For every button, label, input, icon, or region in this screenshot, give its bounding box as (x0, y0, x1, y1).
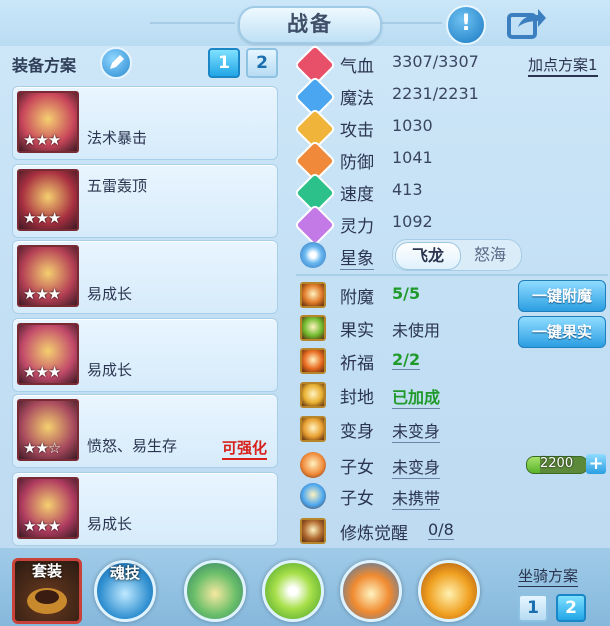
equipment-stars: ★★★ (23, 131, 61, 149)
stat-label: 防御 (340, 153, 374, 173)
equipment-name: 易成长 (87, 515, 133, 533)
system-icon (300, 452, 326, 478)
skill-orb-2[interactable] (262, 560, 324, 622)
mount-plan-label[interactable]: 坐骑方案 (518, 565, 579, 587)
system-value[interactable]: 0/8 (428, 520, 454, 540)
equipment-stars: ★★★ (23, 517, 61, 535)
system-label: 果实 (340, 321, 374, 341)
title-ornament-right (382, 22, 442, 24)
equipment-stars: ★★★ (23, 209, 61, 227)
system-icon (300, 416, 326, 442)
equipment-stars: ★★★ (23, 363, 61, 381)
skill-orb-4[interactable] (418, 560, 480, 622)
system-value[interactable]: 未变身 (392, 418, 441, 443)
stat-value: 2231/2231 (392, 84, 479, 103)
equipment-tag[interactable]: 可强化 (221, 437, 267, 460)
system-value: 5/5 (392, 284, 421, 303)
star-sign-option-feilong[interactable]: 飞龙 (395, 242, 461, 270)
edit-pencil-icon[interactable] (100, 47, 132, 79)
equipment-row[interactable]: ★★☆ 愤怒、易生存 可强化 (12, 394, 278, 468)
divider (296, 274, 608, 276)
equipment-row[interactable]: ★★★ 易成长 (12, 472, 278, 546)
star-sign-option-nuhai[interactable]: 怒海 (461, 242, 519, 268)
skill-orb-1[interactable] (184, 560, 246, 622)
equipment-stars: ★★☆ (23, 439, 61, 457)
stat-label: 魔法 (340, 89, 374, 109)
system-label: 附魔 (340, 288, 374, 308)
system-label: 子女 (340, 489, 374, 509)
stat-label: 攻击 (340, 121, 374, 141)
equipment-stars: ★★★ (23, 285, 61, 303)
system-label: 子女 (340, 458, 374, 478)
equipment-row[interactable]: ★★★ 五雷轰顶 (12, 164, 278, 238)
system-value[interactable]: 未携带 (392, 485, 441, 510)
system-icon (300, 315, 326, 341)
one-click-fruit-button[interactable]: 一键果实 (518, 316, 606, 348)
mount-tab-1[interactable]: 1 (518, 594, 548, 622)
system-label: 修炼觉醒 (340, 524, 408, 544)
equipment-name: 易成长 (87, 361, 133, 379)
equipment-row[interactable]: ★★★ 易成长 (12, 240, 278, 314)
stat-value: 413 (392, 180, 423, 199)
stat-value: 1092 (392, 212, 433, 231)
equipment-name: 易成长 (87, 285, 133, 303)
equipment-row[interactable]: ★★★ 易成长 (12, 318, 278, 392)
system-value[interactable]: 已加成 (392, 384, 441, 409)
stat-label: 灵力 (340, 217, 374, 237)
equipment-row[interactable]: ★★★ 法术暴击 (12, 86, 278, 160)
system-value[interactable]: 2/2 (392, 350, 421, 370)
stat-gem-icon (293, 203, 337, 247)
help-icon[interactable]: ! (446, 5, 486, 45)
system-label: 变身 (340, 422, 374, 442)
equipment-plan-label: 装备方案 (12, 56, 77, 75)
one-click-enchant-button[interactable]: 一键附魔 (518, 280, 606, 312)
system-icon (300, 282, 326, 308)
equipment-name: 法术暴击 (87, 129, 148, 147)
system-label: 封地 (340, 388, 374, 408)
system-icon (300, 348, 326, 374)
system-value: 未使用 (392, 321, 441, 340)
stat-label: 气血 (340, 57, 374, 77)
equipment-name: 愤怒、易生存 (87, 437, 178, 455)
skill-orb-3[interactable] (340, 560, 402, 622)
system-label: 祈福 (340, 354, 374, 374)
system-icon (300, 382, 326, 408)
stat-label: 速度 (340, 185, 374, 205)
star-sign-icon (300, 242, 326, 268)
share-icon[interactable] (504, 5, 546, 41)
star-sign-label: 星象 (340, 244, 374, 270)
plan-tab-1[interactable]: 1 (208, 48, 240, 78)
plan-tab-2[interactable]: 2 (246, 48, 278, 78)
system-value[interactable]: 未变身 (392, 454, 441, 479)
mount-tab-2[interactable]: 2 (556, 594, 586, 622)
stat-value: 1041 (392, 148, 433, 167)
title-ornament-left (150, 22, 235, 24)
add-icon[interactable]: + (586, 454, 606, 474)
stat-value: 1030 (392, 116, 433, 135)
equipment-name: 五雷轰顶 (87, 177, 148, 195)
soul-skill-label: 魂技 (109, 564, 140, 582)
system-icon (300, 483, 326, 509)
add-point-plan-link[interactable]: 加点方案1 (528, 54, 598, 77)
child-progress-value: 2200 (540, 456, 574, 471)
page-title: 战备 (238, 6, 382, 44)
system-icon (300, 518, 326, 544)
stat-value: 3307/3307 (392, 52, 479, 71)
suit-label: 套装 (31, 562, 62, 580)
star-sign-toggle[interactable]: 飞龙 怒海 (392, 239, 522, 271)
